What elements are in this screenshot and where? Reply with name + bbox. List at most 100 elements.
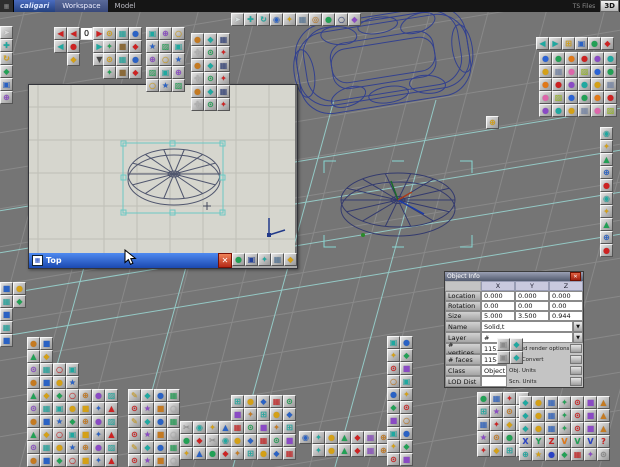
tool-icon[interactable]: ✦ bbox=[600, 205, 613, 218]
snap-tool-icon[interactable]: ▣ bbox=[0, 78, 13, 91]
tool-icon[interactable]: ▲ bbox=[338, 444, 351, 457]
primitive-icon[interactable]: ⊙ bbox=[27, 363, 40, 376]
material-swatch-icon[interactable]: ● bbox=[591, 104, 604, 117]
tool-icon[interactable]: ✦ bbox=[477, 444, 490, 457]
tool-icon[interactable]: ✦ bbox=[400, 388, 413, 401]
render-scene-icon[interactable]: ● bbox=[322, 13, 335, 26]
tool-icon[interactable]: ■ bbox=[584, 396, 597, 409]
primitive-icon[interactable]: ▨ bbox=[105, 389, 118, 402]
tool-icon[interactable]: ✦ bbox=[270, 421, 283, 434]
tool-icon[interactable]: ✦ bbox=[490, 418, 503, 431]
tool-icon[interactable]: ◆ bbox=[193, 434, 206, 447]
tool-icon[interactable]: ▲ bbox=[597, 396, 610, 409]
camera-view-icon[interactable]: ◎ bbox=[309, 13, 322, 26]
tool-icon[interactable]: ▦ bbox=[270, 395, 283, 408]
tool-icon[interactable]: ⊙ bbox=[128, 428, 141, 441]
record-key-icon[interactable]: ● bbox=[67, 40, 80, 53]
tool-icon[interactable]: ✦ bbox=[180, 447, 193, 460]
tool-icon[interactable]: ⊙ bbox=[400, 401, 413, 414]
top-view-title-area[interactable]: ▦ Top bbox=[29, 253, 218, 268]
step-back-icon[interactable]: ◀ bbox=[67, 27, 80, 40]
tool-icon[interactable]: ▦ bbox=[116, 27, 129, 40]
tool-icon[interactable]: ● bbox=[154, 389, 167, 402]
tool-icon[interactable]: ✦ bbox=[231, 447, 244, 460]
tool-icon[interactable]: ▨ bbox=[146, 66, 159, 79]
tool-icon[interactable]: ⊙ bbox=[283, 395, 296, 408]
tool-icon[interactable]: ⊞ bbox=[257, 408, 270, 421]
primitive-icon[interactable]: ⊙ bbox=[27, 441, 40, 454]
tool-icon[interactable]: ▦ bbox=[257, 434, 270, 447]
tool-icon[interactable]: ★ bbox=[490, 405, 503, 418]
material-swatch-icon[interactable]: ● bbox=[539, 91, 552, 104]
material-swatch-icon[interactable]: ● bbox=[539, 65, 552, 78]
tool-icon[interactable]: ◆ bbox=[244, 434, 257, 447]
undo-icon[interactable]: ◀ bbox=[536, 37, 549, 50]
tool-icon[interactable]: ○ bbox=[167, 454, 180, 467]
tool-icon[interactable]: ★ bbox=[141, 454, 154, 467]
pan-view-icon[interactable]: ✚ bbox=[244, 13, 257, 26]
tool-icon[interactable]: ✦ bbox=[387, 349, 400, 362]
material-swatch-icon[interactable]: ▦ bbox=[578, 104, 591, 117]
tool-icon[interactable]: ⊞ bbox=[283, 421, 296, 434]
tool-icon[interactable]: ⊙ bbox=[128, 402, 141, 415]
tool-icon[interactable]: ◆ bbox=[204, 33, 217, 46]
primitive-icon[interactable]: ▲ bbox=[27, 350, 40, 363]
tool-icon[interactable]: ○ bbox=[167, 428, 180, 441]
tool-icon[interactable]: ◆ bbox=[129, 40, 142, 53]
tool-icon[interactable]: ▣ bbox=[497, 338, 510, 351]
primitive-icon[interactable]: ▨ bbox=[105, 415, 118, 428]
tool-icon[interactable]: ◆ bbox=[519, 409, 532, 422]
help-icon[interactable]: ? bbox=[597, 435, 610, 448]
tool-icon[interactable]: ▦ bbox=[217, 33, 230, 46]
material-swatch-icon[interactable]: ▦ bbox=[552, 65, 565, 78]
tool-icon[interactable]: ▦ bbox=[364, 444, 377, 457]
tool-icon[interactable]: ● bbox=[477, 392, 490, 405]
tool-icon[interactable]: ⊕ bbox=[519, 448, 532, 461]
tool-icon[interactable]: ● bbox=[206, 447, 219, 460]
primitive-icon[interactable]: ■ bbox=[40, 376, 53, 389]
primitive-icon[interactable]: ⊕ bbox=[79, 441, 92, 454]
primitive-icon[interactable]: ▨ bbox=[105, 441, 118, 454]
axis-x-icon[interactable]: X bbox=[519, 435, 532, 448]
tool-icon[interactable]: ★ bbox=[141, 402, 154, 415]
tool-icon[interactable]: ■ bbox=[584, 422, 597, 435]
primitive-icon[interactable]: ○ bbox=[66, 454, 79, 467]
scale-tool-icon[interactable]: ◆ bbox=[0, 65, 13, 78]
tool-icon[interactable]: ◆ bbox=[270, 447, 283, 460]
tool-icon[interactable]: ◆ bbox=[141, 415, 154, 428]
tool-icon[interactable]: ⊙ bbox=[571, 409, 584, 422]
zoom-view-icon[interactable]: ◉ bbox=[270, 13, 283, 26]
tool-icon[interactable]: ✦ bbox=[558, 409, 571, 422]
tool-icon[interactable]: ● bbox=[545, 448, 558, 461]
tool-icon[interactable]: ▦ bbox=[545, 422, 558, 435]
tool-icon[interactable]: ★ bbox=[477, 431, 490, 444]
primitive-icon[interactable]: ■ bbox=[79, 454, 92, 467]
primitive-icon[interactable]: ▣ bbox=[53, 402, 66, 415]
material-swatch-icon[interactable]: ● bbox=[565, 52, 578, 65]
tool-icon[interactable]: ✦ bbox=[600, 140, 613, 153]
tool-icon[interactable]: ▨ bbox=[159, 40, 172, 53]
tool-icon[interactable]: ○ bbox=[146, 79, 159, 92]
tool-icon[interactable]: ◆ bbox=[283, 408, 296, 421]
tool-icon[interactable]: ■ bbox=[154, 402, 167, 415]
app-menu-button[interactable]: ▦ bbox=[0, 0, 14, 12]
tool-icon[interactable]: ★ bbox=[172, 53, 185, 66]
material-swatch-icon[interactable]: ● bbox=[591, 52, 604, 65]
tool-icon[interactable]: ▦ bbox=[283, 447, 296, 460]
primitive-icon[interactable]: ▣ bbox=[66, 428, 79, 441]
primitive-icon[interactable]: ● bbox=[27, 454, 40, 467]
material-swatch-icon[interactable]: ● bbox=[539, 104, 552, 117]
vertex-v1-icon[interactable]: V bbox=[558, 435, 571, 448]
primitive-icon[interactable]: ▲ bbox=[27, 428, 40, 441]
primitive-icon[interactable]: ⊕ bbox=[79, 415, 92, 428]
tool-icon[interactable]: ⊙ bbox=[128, 454, 141, 467]
expand-icon[interactable]: ⊞ bbox=[562, 37, 575, 50]
info-value-field[interactable]: 0.00 bbox=[515, 301, 549, 311]
translate-tool-icon[interactable]: ✚ bbox=[0, 39, 13, 52]
material-swatch-icon[interactable]: ● bbox=[578, 78, 591, 91]
tool-icon[interactable]: ◆ bbox=[129, 66, 142, 79]
tool-icon[interactable]: ■ bbox=[400, 362, 413, 375]
viewport-options-icon[interactable]: ◆ bbox=[284, 253, 297, 266]
tool-icon[interactable]: ⊙ bbox=[490, 431, 503, 444]
tool-icon[interactable]: ✚ bbox=[191, 98, 204, 111]
